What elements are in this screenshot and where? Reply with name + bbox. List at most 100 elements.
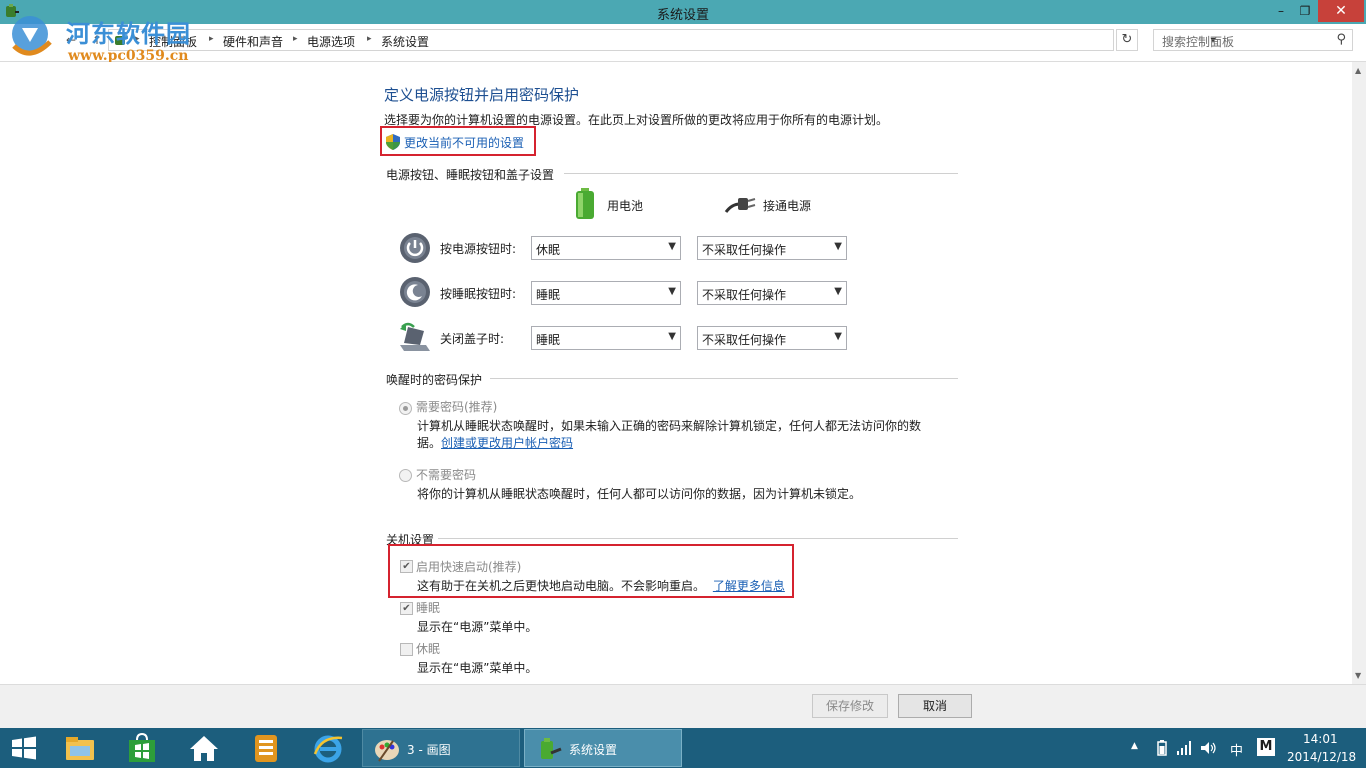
breadcrumb-separator: ▸ xyxy=(293,34,298,44)
no-password-desc: 将你的计算机从睡眠状态唤醒时，任何人都可以访问你的数据，因为计算机未锁定。 xyxy=(417,487,862,501)
minimize-button[interactable]: – xyxy=(1268,0,1294,22)
taskbar-item-label: 3 - 画图 xyxy=(407,743,451,757)
taskbar-item-system-settings[interactable]: 系统设置 xyxy=(524,729,682,767)
sleep-button-plugged-select[interactable]: 不采取任何操作 ▼ xyxy=(697,281,847,305)
ime-indicator[interactable]: 中 xyxy=(1230,740,1243,759)
chevron-down-icon: ▼ xyxy=(834,331,842,342)
uac-shield-icon xyxy=(386,134,400,150)
group-divider xyxy=(564,173,958,174)
fast-startup-desc: 这有助于在关机之后更快地启动电脑。不会影响重启。 xyxy=(417,579,706,593)
breadcrumb-power-options[interactable]: 电源选项 xyxy=(307,33,355,50)
select-value: 不采取任何操作 xyxy=(702,243,787,257)
watermark-logo xyxy=(12,16,52,56)
sleep-label: 睡眠 xyxy=(416,601,441,615)
archive-app-icon[interactable] xyxy=(250,732,282,764)
taskbar-item-label: 系统设置 xyxy=(569,743,618,757)
select-value: 不采取任何操作 xyxy=(702,288,787,302)
sleep-button-icon xyxy=(400,277,430,307)
network-signal-icon[interactable] xyxy=(1177,741,1193,755)
chevron-down-icon: ▼ xyxy=(668,286,676,297)
learn-more-link[interactable]: 了解更多信息 xyxy=(713,579,785,593)
plug-icon xyxy=(724,198,756,213)
select-value: 不采取任何操作 xyxy=(702,333,787,347)
address-box[interactable]: ▸ 控制面板 ▸ 硬件和声音 ▸ 电源选项 ▸ 系统设置 ▾ xyxy=(108,29,1216,51)
taskbar: 3 - 画图 系统设置 ▲ 中 M 14:01 2014/12/18 xyxy=(0,728,1366,768)
no-password-label: 不需要密码 xyxy=(416,468,477,482)
close-button[interactable]: ✕ xyxy=(1318,0,1364,22)
hibernate-checkbox[interactable] xyxy=(400,643,413,656)
scroll-up-icon[interactable]: ▲ xyxy=(1355,66,1361,75)
sleep-desc: 显示在“电源”菜单中。 xyxy=(417,620,538,634)
require-password-desc: 计算机从睡眠状态唤醒时，如果未输入正确的密码来解除计算机锁定，任何人都无法访问你… xyxy=(417,419,922,433)
refresh-icon: ↻ xyxy=(1121,32,1133,47)
chevron-down-icon: ▼ xyxy=(668,331,676,342)
button-bar: 保存修改 取消 xyxy=(0,684,1366,728)
taskbar-item-paint[interactable]: 3 - 画图 xyxy=(362,729,520,767)
volume-icon[interactable] xyxy=(1201,741,1217,755)
watermark-text: 河东软件园 xyxy=(66,19,191,48)
password-group-header: 唤醒时的密码保护 xyxy=(386,373,483,387)
clock-date[interactable]: 2014/12/18 xyxy=(1287,750,1356,764)
sleep-button-label: 按睡眠按钮时: xyxy=(440,287,517,301)
close-lid-label: 关闭盖子时: xyxy=(440,332,505,346)
clock-time[interactable]: 14:01 xyxy=(1303,732,1338,746)
select-value: 睡眠 xyxy=(536,288,561,302)
refresh-button[interactable]: ↻ xyxy=(1116,29,1138,51)
cancel-button[interactable]: 取消 xyxy=(898,694,972,718)
page-title: 定义电源按钮并启用密码保护 xyxy=(384,86,580,104)
battery-icon xyxy=(576,188,594,219)
close-lid-plugged-select[interactable]: 不采取任何操作 ▼ xyxy=(697,326,847,350)
fast-startup-label: 启用快速启动(推荐) xyxy=(416,560,522,574)
require-password-desc-line2: 据。创建或更改用户帐户密码 xyxy=(417,434,573,451)
maximize-button[interactable]: ❐ xyxy=(1292,0,1318,22)
require-password-radio[interactable] xyxy=(399,402,412,415)
group-divider xyxy=(438,538,958,539)
search-placeholder: 搜索控制面板 xyxy=(1162,35,1235,49)
hibernate-desc: 显示在“电源”菜单中。 xyxy=(417,661,538,675)
tray-overflow-icon[interactable]: ▲ xyxy=(1131,741,1138,751)
ime-mode-indicator[interactable]: M xyxy=(1257,738,1275,756)
power-buttons-group-header: 电源按钮、睡眠按钮和盖子设置 xyxy=(386,168,555,182)
store-icon[interactable] xyxy=(126,732,158,764)
chevron-down-icon: ▼ xyxy=(834,286,842,297)
no-password-radio[interactable] xyxy=(399,469,412,482)
battery-tray-icon[interactable] xyxy=(1157,740,1167,756)
fast-startup-checkbox[interactable]: ✔ xyxy=(400,560,413,573)
breadcrumb-hardware-sound[interactable]: 硬件和声音 xyxy=(223,33,283,50)
paint-icon xyxy=(375,740,399,762)
content-area: 定义电源按钮并启用密码保护 选择要为你的计算机设置的电源设置。在此页上对设置所做… xyxy=(0,62,1352,684)
fast-startup-desc-row: 这有助于在关机之后更快地启动电脑。不会影响重启。 了解更多信息 xyxy=(417,577,785,594)
hibernate-label: 休眠 xyxy=(416,642,441,656)
power-button-label: 按电源按钮时: xyxy=(440,242,517,256)
group-divider xyxy=(490,378,958,379)
sleep-button-battery-select[interactable]: 睡眠 ▼ xyxy=(531,281,681,305)
chevron-down-icon: ▼ xyxy=(834,241,842,252)
plugged-column-header: 接通电源 xyxy=(763,199,812,213)
power-button-battery-select[interactable]: 休眠 ▼ xyxy=(531,236,681,260)
laptop-lid-icon xyxy=(400,322,430,351)
chevron-down-icon: ▼ xyxy=(668,241,676,252)
require-password-label: 需要密码(推荐) xyxy=(416,400,498,414)
create-password-link[interactable]: 创建或更改用户帐户密码 xyxy=(441,436,573,450)
breadcrumb-system-settings[interactable]: 系统设置 xyxy=(381,33,429,50)
battery-column-header: 用电池 xyxy=(607,199,644,213)
home-icon[interactable] xyxy=(188,732,220,764)
power-button-plugged-select[interactable]: 不采取任何操作 ▼ xyxy=(697,236,847,260)
power-options-icon xyxy=(541,738,562,759)
change-unavailable-settings-link[interactable]: 更改当前不可用的设置 xyxy=(404,134,524,151)
select-value: 睡眠 xyxy=(536,333,561,347)
scroll-down-icon[interactable]: ▼ xyxy=(1355,671,1361,680)
file-explorer-icon[interactable] xyxy=(64,732,96,764)
start-windows-icon[interactable] xyxy=(8,732,40,764)
search-input[interactable]: 搜索控制面板 ⚲ xyxy=(1153,29,1353,51)
internet-explorer-icon[interactable] xyxy=(312,732,344,764)
breadcrumb-separator: ▸ xyxy=(367,34,372,44)
watermark: 河东软件园 www.pc0359.cn xyxy=(4,12,214,66)
radio-dot xyxy=(403,406,408,411)
select-value: 休眠 xyxy=(536,243,561,257)
save-changes-button[interactable]: 保存修改 xyxy=(812,694,888,718)
sleep-checkbox[interactable]: ✔ xyxy=(400,602,413,615)
close-lid-battery-select[interactable]: 睡眠 ▼ xyxy=(531,326,681,350)
vertical-scrollbar[interactable]: ▲ ▼ xyxy=(1352,62,1366,684)
require-password-desc-prefix: 据。 xyxy=(417,436,442,450)
